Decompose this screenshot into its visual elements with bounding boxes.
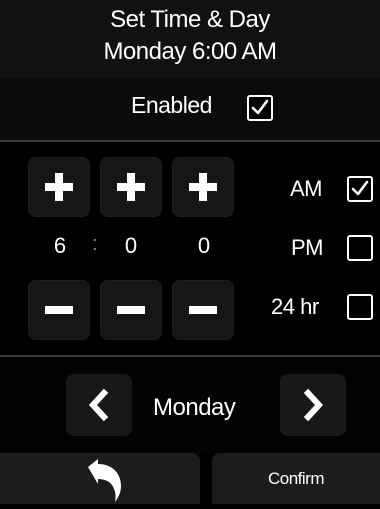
- plus-icon: [45, 173, 73, 201]
- minute-ones-increment-button[interactable]: [172, 157, 234, 217]
- enabled-checkbox[interactable]: [247, 95, 273, 121]
- check-icon: [251, 99, 269, 115]
- confirm-button[interactable]: Confirm: [212, 453, 380, 504]
- minute-tens-increment-button[interactable]: [100, 157, 162, 217]
- minute-ones-decrement-button[interactable]: [172, 280, 234, 340]
- minus-icon: [45, 306, 73, 314]
- minute-tens-value: 0: [124, 233, 138, 258]
- page-title: Set Time & Day: [110, 6, 270, 33]
- back-button[interactable]: [0, 453, 200, 504]
- hour-increment-button[interactable]: [28, 157, 90, 217]
- next-day-button[interactable]: [280, 374, 346, 436]
- hour-value: 6: [53, 233, 67, 258]
- current-schedule: Monday 6:00 AM: [103, 38, 277, 65]
- plus-icon: [117, 173, 145, 201]
- chevron-left-icon: [88, 388, 109, 422]
- minute-tens-decrement-button[interactable]: [100, 280, 162, 340]
- minus-icon: [189, 306, 217, 314]
- enabled-row: Enabled: [0, 78, 380, 140]
- enabled-label: Enabled: [131, 92, 212, 118]
- divider: [0, 140, 380, 142]
- plus-icon: [189, 173, 217, 201]
- undo-arrow-icon: [88, 459, 121, 502]
- minute-ones-value: 0: [197, 233, 211, 258]
- am-label: AM: [290, 176, 323, 201]
- pm-checkbox[interactable]: [347, 235, 373, 261]
- chevron-right-icon: [303, 388, 324, 422]
- time-separator: :: [92, 233, 98, 255]
- previous-day-button[interactable]: [66, 374, 132, 436]
- confirm-label: Confirm: [267, 469, 325, 488]
- 24hr-checkbox[interactable]: [347, 294, 373, 320]
- header: Set Time & Day Monday 6:00 AM: [0, 0, 380, 78]
- hour-decrement-button[interactable]: [28, 280, 90, 340]
- am-checkbox[interactable]: [347, 176, 373, 202]
- day-value: Monday: [153, 394, 236, 421]
- check-icon: [351, 180, 369, 196]
- 24hr-label: 24 hr: [271, 294, 319, 319]
- minus-icon: [117, 306, 145, 314]
- pm-label: PM: [291, 235, 324, 260]
